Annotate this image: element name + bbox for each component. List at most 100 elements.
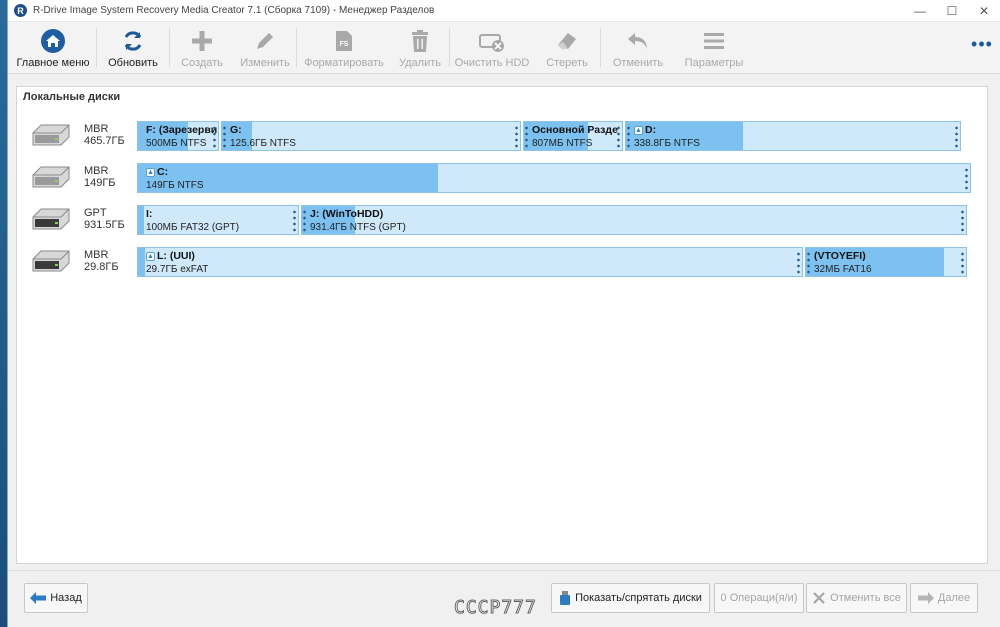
- partition-name: G:: [230, 124, 242, 136]
- system-drive-icon: ▲: [146, 252, 155, 261]
- partition-name: ▲ L: (UUI): [146, 250, 195, 262]
- delete-label: Удалить: [399, 57, 441, 69]
- partition-usage-fill: [138, 206, 145, 234]
- create-button[interactable]: Создать: [170, 22, 234, 73]
- main-menu-label: Главное меню: [16, 57, 90, 69]
- resize-handle-right[interactable]: [961, 209, 964, 233]
- refresh-label: Обновить: [108, 57, 158, 69]
- resize-handle-left[interactable]: [807, 251, 810, 275]
- plus-icon: [190, 27, 214, 55]
- wipe-hdd-button[interactable]: Очистить HDD: [450, 22, 534, 73]
- format-icon: FS: [333, 27, 355, 55]
- disk-info: MBR 29.8ГБ: [84, 249, 119, 273]
- usb-drive-icon: [560, 591, 571, 605]
- partition-info: 149ГБ NTFS: [146, 180, 204, 191]
- disk-size: 29.8ГБ: [84, 261, 119, 273]
- partition-bar: ▲ L: (UUI) 29.7ГБ exFAT (VTOYEFI) 32МБ FAT16: [137, 247, 973, 277]
- resize-handle-right[interactable]: [515, 125, 518, 149]
- usb-disk-icon: [29, 207, 73, 231]
- minimize-button[interactable]: —: [904, 0, 936, 22]
- partition-name-text: C:: [157, 166, 169, 178]
- delete-button[interactable]: Удалить: [391, 22, 449, 73]
- partition-block[interactable]: Основной Разде 807МБ NTFS: [523, 121, 623, 151]
- partition-block[interactable]: (VTOYEFI) 32МБ FAT16: [805, 247, 967, 277]
- resize-handle-left[interactable]: [525, 125, 528, 149]
- home-icon: [40, 27, 66, 55]
- partition-info: 338.8ГБ NTFS: [634, 138, 700, 149]
- back-button[interactable]: Назад: [24, 583, 88, 613]
- operations-label: 0 Операци(я/и): [720, 592, 798, 604]
- partition-block[interactable]: G: 125.6ГБ NTFS: [221, 121, 521, 151]
- hard-disk-icon: [29, 123, 73, 147]
- window-title: R-Drive Image System Recovery Media Crea…: [33, 5, 435, 16]
- cancel-all-button[interactable]: Отменить все: [806, 583, 907, 613]
- disk-size: 149ГБ: [84, 177, 116, 189]
- partition-info: 500МБ NTFS: [146, 138, 207, 149]
- disk-row[interactable]: GPT 931.5ГБ I: 100МБ FAT32 (GPT) J: (WinToHD…: [17, 205, 987, 235]
- resize-handle-right[interactable]: [797, 251, 800, 275]
- maximize-button[interactable]: ☐: [936, 0, 968, 22]
- toolbar: Главное меню Обновить Создать Изменить F…: [8, 22, 1000, 74]
- partition-name: I:: [146, 208, 152, 220]
- partition-name-text: Основной Разде: [532, 124, 618, 136]
- erase-label: Стереть: [546, 57, 588, 69]
- arrow-right-icon: [917, 592, 934, 604]
- close-button[interactable]: ✕: [968, 0, 1000, 22]
- disk-row[interactable]: MBR 465.7ГБ F: (Зарезерви 500МБ NTFS G: 125.6…: [17, 121, 987, 151]
- partition-block[interactable]: J: (WinToHDD) 931.4ГБ NTFS (GPT): [301, 205, 967, 235]
- resize-handle-right[interactable]: [961, 251, 964, 275]
- partition-usage-fill: [138, 248, 145, 276]
- disk-info: MBR 465.7ГБ: [84, 123, 125, 147]
- settings-label: Параметры: [684, 57, 744, 69]
- disk-scheme: MBR: [84, 249, 109, 261]
- operations-button[interactable]: 0 Операци(я/и): [714, 583, 804, 613]
- arrow-left-icon: [30, 592, 47, 604]
- disk-row[interactable]: MBR 149ГБ ▲ C: 149ГБ NTFS: [17, 163, 987, 193]
- partition-info: 931.4ГБ NTFS (GPT): [310, 222, 406, 233]
- next-button[interactable]: Далее: [910, 583, 978, 613]
- partition-block[interactable]: ▲ C: 149ГБ NTFS: [137, 163, 971, 193]
- disk-row[interactable]: MBR 29.8ГБ ▲ L: (UUI) 29.7ГБ exFAT (VTOYEFI) 3…: [17, 247, 987, 277]
- disk-size: 931.5ГБ: [84, 219, 125, 231]
- disk-scheme: MBR: [84, 123, 109, 135]
- more-options-icon[interactable]: •••: [964, 22, 1000, 73]
- local-disks-panel: Локальные диски MBR 465.7ГБ F: (Зарезерви 5…: [16, 86, 988, 564]
- panel-title: Локальные диски: [23, 91, 121, 103]
- partition-name-text: G:: [230, 124, 242, 136]
- show-hide-disks-button[interactable]: Показать/спрятать диски: [551, 583, 710, 613]
- partition-name: F: (Зарезерви: [146, 124, 217, 136]
- resize-handle-left[interactable]: [223, 125, 226, 149]
- undo-button[interactable]: Отменить: [601, 22, 675, 73]
- refresh-button[interactable]: Обновить: [97, 22, 169, 73]
- cross-icon: [813, 592, 825, 604]
- partition-info: 807МБ NTFS: [532, 138, 593, 149]
- partition-name-text: F: (Зарезерви: [146, 124, 218, 136]
- partition-name: ▲ D:: [634, 124, 656, 136]
- erase-button[interactable]: Стереть: [534, 22, 600, 73]
- main-menu-button[interactable]: Главное меню: [10, 22, 96, 73]
- partition-name-text: (VTOYEFI): [814, 250, 866, 262]
- resize-handle-right[interactable]: [213, 125, 216, 149]
- partition-name: Основной Разде: [532, 124, 618, 136]
- partition-bar: ▲ C: 149ГБ NTFS: [137, 163, 973, 193]
- resize-handle-right[interactable]: [965, 167, 968, 191]
- partition-info: 29.7ГБ exFAT: [146, 264, 209, 275]
- partition-block[interactable]: ▲ D: 338.8ГБ NTFS: [625, 121, 961, 151]
- resize-handle-right[interactable]: [293, 209, 296, 233]
- resize-handle-left[interactable]: [303, 209, 306, 233]
- edit-button[interactable]: Изменить: [234, 22, 296, 73]
- resize-handle-right[interactable]: [617, 125, 620, 149]
- disk-scheme: MBR: [84, 165, 109, 177]
- format-button[interactable]: FS Форматировать: [297, 22, 391, 73]
- partition-name-text: I:: [146, 208, 153, 220]
- bottom-bar: Назад СССР777 Показать/спрятать диски 0 …: [8, 570, 1000, 627]
- create-label: Создать: [181, 57, 223, 69]
- pencil-icon: [253, 27, 277, 55]
- settings-button[interactable]: Параметры: [675, 22, 753, 73]
- partition-block[interactable]: I: 100МБ FAT32 (GPT): [137, 205, 299, 235]
- resize-handle-left[interactable]: [627, 125, 630, 149]
- partition-block[interactable]: ▲ L: (UUI) 29.7ГБ exFAT: [137, 247, 803, 277]
- resize-handle-right[interactable]: [955, 125, 958, 149]
- partition-name: ▲ C:: [146, 166, 168, 178]
- partition-block[interactable]: F: (Зарезерви 500МБ NTFS: [137, 121, 219, 151]
